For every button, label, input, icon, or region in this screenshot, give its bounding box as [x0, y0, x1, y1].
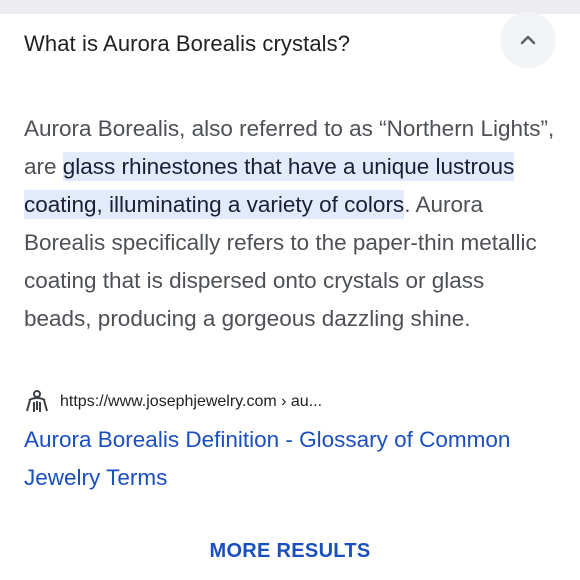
answer-snippet: Aurora Borealis, also referred to as “No…: [24, 110, 558, 338]
result-title-link[interactable]: Aurora Borealis Definition - Glossary of…: [24, 421, 564, 497]
question-title: What is Aurora Borealis crystals?: [24, 31, 351, 56]
source-url[interactable]: https://www.josephjewelry.com › au...: [60, 393, 322, 411]
faq-question-header[interactable]: What is Aurora Borealis crystals?: [24, 12, 556, 68]
chevron-up-icon: [520, 35, 536, 45]
more-results-button[interactable]: MORE RESULTS: [0, 540, 580, 563]
collapse-button[interactable]: [500, 12, 556, 68]
previous-card-edge: [0, 0, 580, 14]
jewelry-logo-icon: [24, 389, 50, 415]
source-row[interactable]: https://www.josephjewelry.com › au...: [24, 388, 322, 416]
